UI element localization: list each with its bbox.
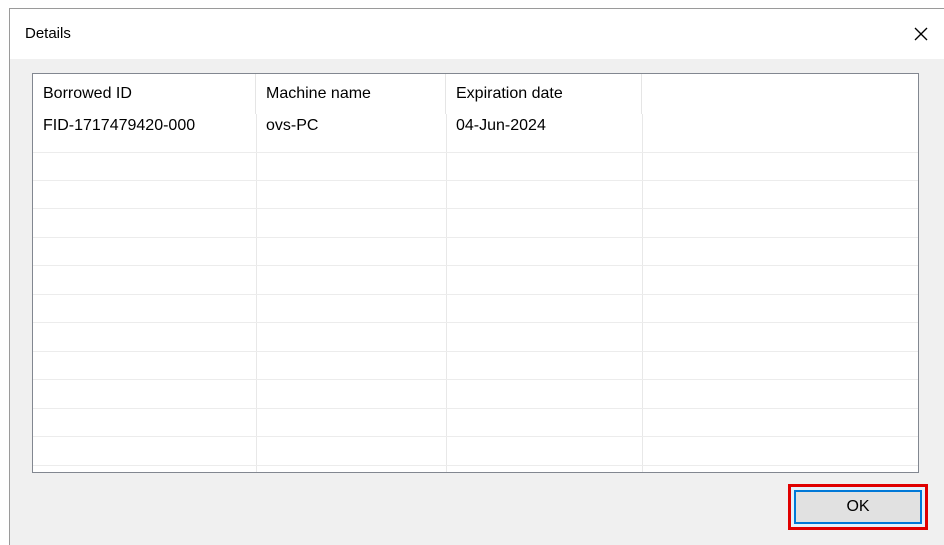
grid-line	[33, 322, 918, 323]
borrowed-id-cell: FID-1717479420-000	[43, 117, 196, 134]
grid-line	[33, 436, 918, 437]
grid-line	[33, 180, 918, 181]
expiration-date-cell: 04-Jun-2024	[456, 117, 546, 134]
list-header: Borrowed ID Machine name Expiration date	[33, 74, 918, 114]
grid-line	[256, 114, 257, 472]
machine-name-cell: ovs-PC	[266, 117, 319, 134]
grid-line	[33, 465, 918, 466]
grid-line	[642, 114, 643, 472]
close-button[interactable]	[898, 9, 944, 59]
grid-line	[33, 408, 918, 409]
column-header-expiration-date[interactable]: Expiration date	[446, 74, 642, 114]
dialog-title: Details	[25, 25, 71, 42]
table-row[interactable]: FID-1717479420-000 ovs-PC 04-Jun-2024	[33, 114, 918, 142]
title-bar: Details	[10, 9, 944, 59]
grid-line	[33, 152, 918, 153]
close-icon	[914, 27, 928, 41]
grid-line	[33, 208, 918, 209]
grid-line	[33, 379, 918, 380]
grid-line	[33, 351, 918, 352]
ok-button-label: OK	[794, 490, 922, 524]
grid-line	[33, 237, 918, 238]
column-header-machine-name[interactable]: Machine name	[256, 74, 446, 114]
borrowed-licenses-list[interactable]: Borrowed ID Machine name Expiration date…	[32, 73, 919, 473]
details-dialog: Details Borrowed ID Machine name Expirat…	[9, 8, 944, 545]
column-header-borrowed-id[interactable]: Borrowed ID	[33, 74, 256, 114]
grid-line	[33, 265, 918, 266]
grid-line	[446, 114, 447, 472]
grid-line	[33, 294, 918, 295]
ok-button[interactable]: OK	[788, 484, 928, 530]
